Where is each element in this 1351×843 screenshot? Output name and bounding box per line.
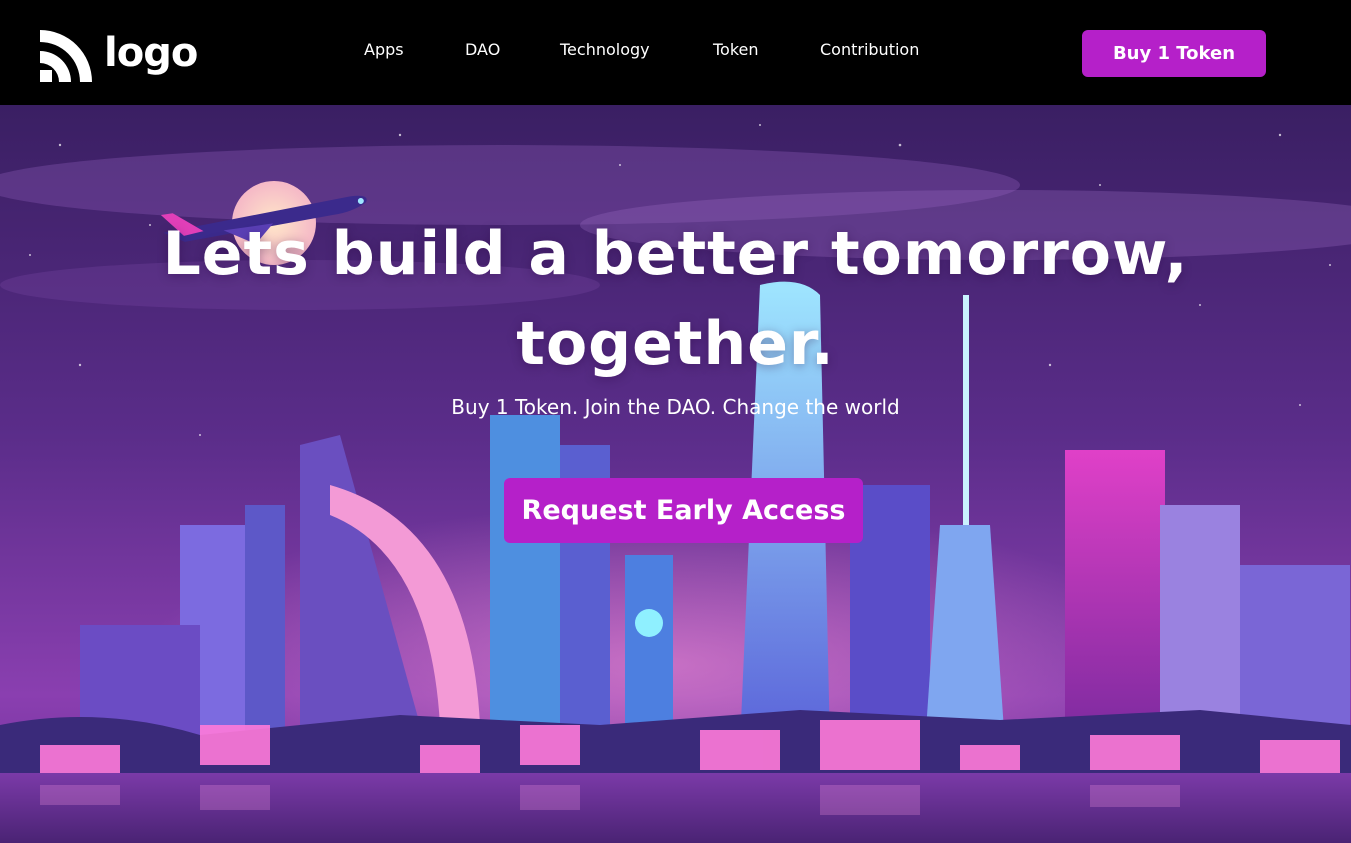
hero-title-line-1: Lets build a better tomorrow,: [162, 219, 1189, 289]
nav-item-contribution[interactable]: Contribution: [820, 40, 919, 59]
hero-section: Lets build a better tomorrow, together. …: [0, 105, 1351, 843]
nav-item-apps[interactable]: Apps: [364, 40, 404, 59]
site-header: logo Apps DAO Technology Token Contribut…: [0, 0, 1351, 105]
logo-link[interactable]: logo: [40, 30, 200, 82]
hero-subtitle: Buy 1 Token. Join the DAO. Change the wo…: [451, 395, 900, 419]
hero-title-line-2: together.: [516, 309, 835, 379]
nav-item-technology[interactable]: Technology: [560, 40, 650, 59]
nav-item-token[interactable]: Token: [713, 40, 759, 59]
buy-token-button[interactable]: Buy 1 Token: [1082, 30, 1266, 77]
hero-title: Lets build a better tomorrow, together.: [0, 209, 1351, 389]
logo-icon: [40, 30, 92, 82]
logo-text: logo: [104, 30, 198, 76]
nav-item-dao[interactable]: DAO: [465, 40, 500, 59]
request-early-access-button[interactable]: Request Early Access: [504, 478, 863, 543]
